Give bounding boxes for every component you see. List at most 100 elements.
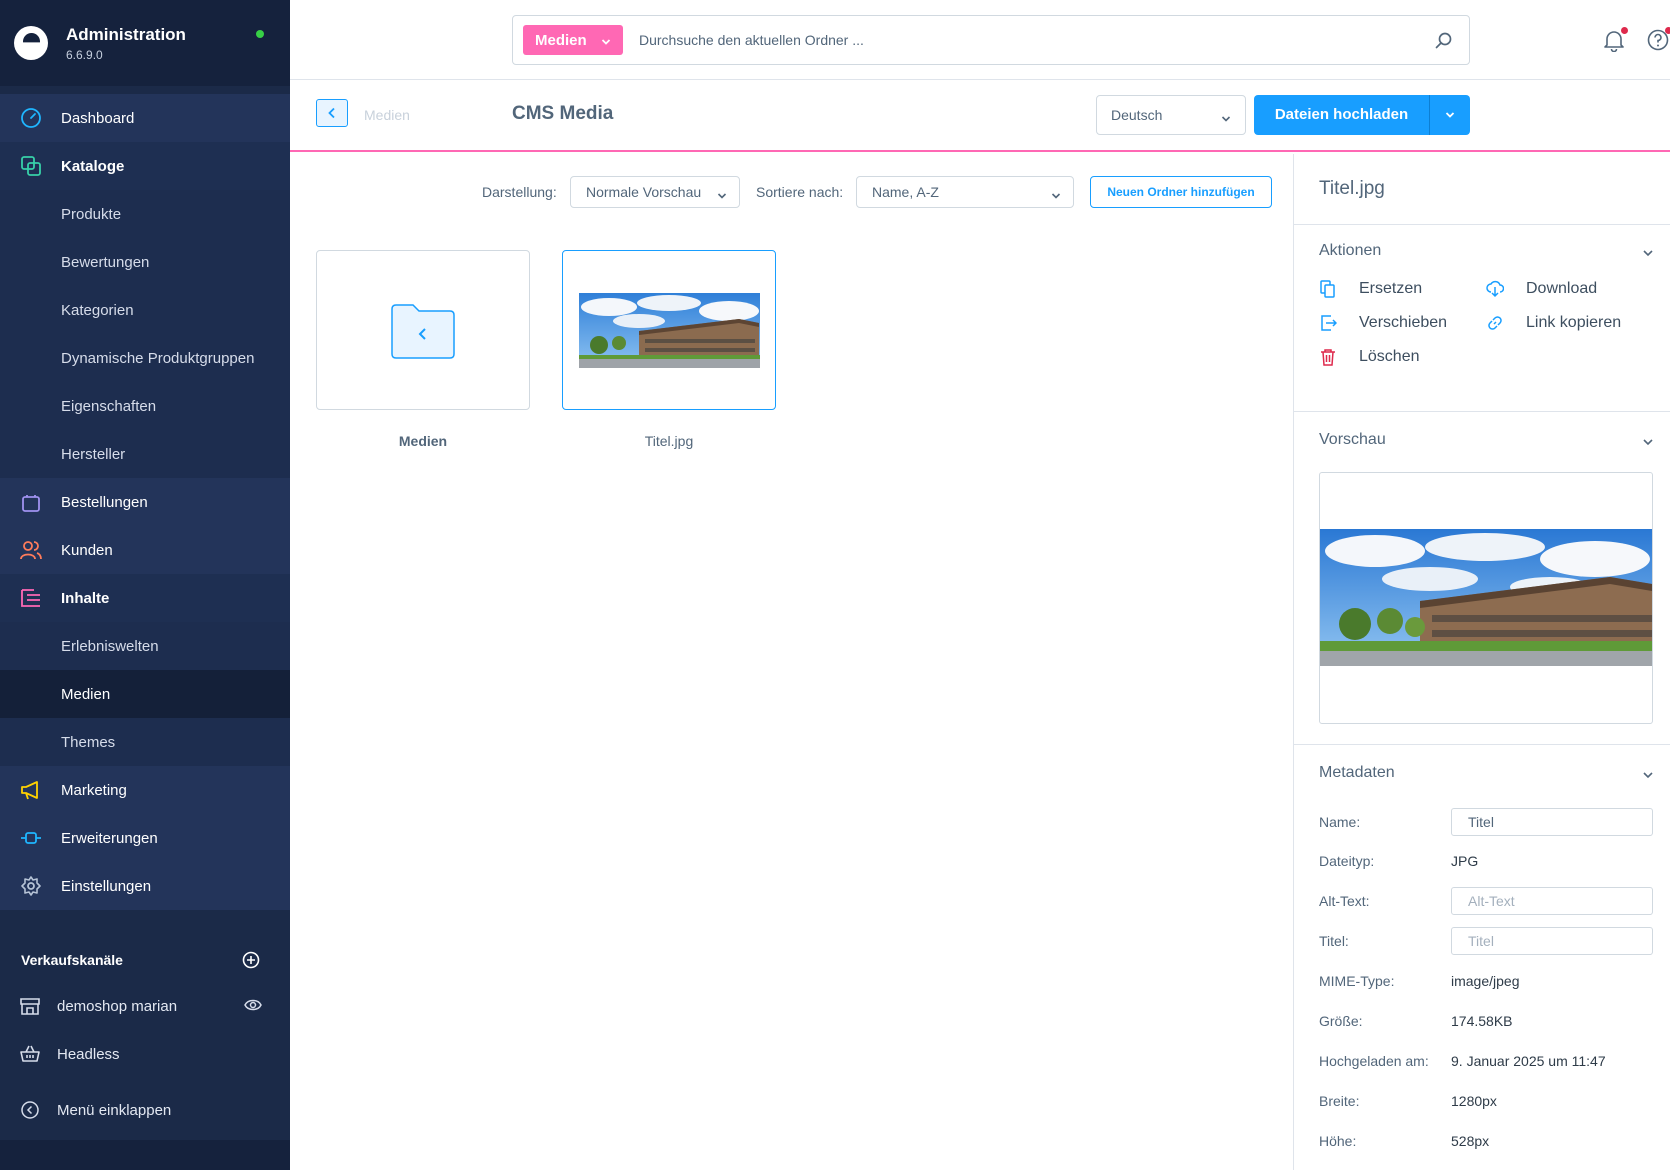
download-action[interactable]: Download xyxy=(1486,280,1597,298)
breadcrumb[interactable]: Medien xyxy=(364,107,410,123)
nav-dynamische-produktgruppen[interactable]: Dynamische Produktgruppen xyxy=(0,334,290,382)
nav-hersteller[interactable]: Hersteller xyxy=(0,430,290,478)
help-badge xyxy=(1665,27,1670,34)
nav-label: Hersteller xyxy=(61,445,126,463)
sort-label: Sortiere nach: xyxy=(756,184,844,200)
divider xyxy=(1294,411,1670,412)
gear-icon xyxy=(20,875,42,897)
upload-button-group: Dateien hochladen xyxy=(1254,95,1470,135)
meta-uploaded-value: 9. Januar 2025 um 11:47 xyxy=(1451,1053,1606,1069)
chevron-down-icon xyxy=(1445,112,1455,118)
chevron-down-icon[interactable] xyxy=(1642,246,1654,264)
main-nav: Dashboard Kataloge Produkte Bewertungen … xyxy=(0,94,290,910)
nav-label: Kunden xyxy=(61,541,113,559)
section-label: Verkaufskanäle xyxy=(21,952,123,968)
chevron-down-icon[interactable] xyxy=(1642,435,1654,453)
notification-badge xyxy=(1621,27,1628,34)
delete-action[interactable]: Löschen xyxy=(1319,348,1420,366)
sales-channels-section: Verkaufskanäle demoshop marian Headless xyxy=(0,938,290,1078)
actions-section-title[interactable]: Aktionen xyxy=(1319,242,1381,260)
divider xyxy=(1294,224,1670,225)
nav-dashboard[interactable]: Dashboard xyxy=(0,94,290,142)
name-input[interactable]: Titel xyxy=(1451,808,1653,836)
replace-action[interactable]: Ersetzen xyxy=(1319,280,1422,298)
meta-uploaded-label: Hochgeladen am: xyxy=(1319,1053,1429,1069)
nav-erlebniswelten[interactable]: Erlebniswelten xyxy=(0,622,290,670)
nav-kataloge[interactable]: Kataloge xyxy=(0,142,290,190)
meta-mime-label: MIME-Type: xyxy=(1319,973,1395,989)
preview-section-title[interactable]: Vorschau xyxy=(1319,431,1386,449)
replace-icon xyxy=(1319,280,1337,298)
search-type-select[interactable]: Medien xyxy=(523,25,623,55)
meta-filetype-label: Dateityp: xyxy=(1319,853,1375,869)
metadata-section-title[interactable]: Metadaten xyxy=(1319,764,1395,782)
selected-file-title: Titel.jpg xyxy=(1319,178,1385,199)
move-action[interactable]: Verschieben xyxy=(1319,314,1447,332)
add-folder-button[interactable]: Neuen Ordner hinzufügen xyxy=(1090,176,1272,208)
media-file-tile[interactable] xyxy=(562,250,776,410)
back-button[interactable] xyxy=(316,99,348,127)
sales-channel-demoshop[interactable]: demoshop marian xyxy=(0,982,290,1030)
search-input[interactable]: Durchsuche den aktuellen Ordner ... xyxy=(639,32,864,48)
nav-einstellungen[interactable]: Einstellungen xyxy=(0,862,290,910)
help-button[interactable] xyxy=(1646,27,1670,52)
title-input[interactable]: Titel xyxy=(1451,927,1653,955)
collapse-label: Menü einklappen xyxy=(57,1101,172,1119)
language-select[interactable]: Deutsch xyxy=(1096,95,1246,135)
display-label: Darstellung: xyxy=(482,184,557,200)
chevron-down-icon[interactable] xyxy=(1642,768,1654,786)
status-dot-icon xyxy=(256,30,264,38)
nav-medien[interactable]: Medien xyxy=(0,670,290,718)
sort-select[interactable]: Name, A-Z xyxy=(856,176,1074,208)
link-icon xyxy=(1486,314,1504,332)
display-mode-value: Normale Vorschau xyxy=(586,184,702,200)
add-sales-channel-icon[interactable] xyxy=(242,951,260,969)
users-icon xyxy=(20,539,42,561)
upload-files-button[interactable]: Dateien hochladen xyxy=(1254,95,1430,135)
divider xyxy=(1294,744,1670,745)
notifications-button[interactable] xyxy=(1602,27,1628,53)
copy-link-action[interactable]: Link kopieren xyxy=(1486,314,1621,332)
nav-produkte[interactable]: Produkte xyxy=(0,190,290,238)
meta-width-value: 1280px xyxy=(1451,1093,1497,1109)
nav-label: Bewertungen xyxy=(61,253,150,271)
chevron-down-icon xyxy=(601,34,611,51)
nav-bewertungen[interactable]: Bewertungen xyxy=(0,238,290,286)
meta-size-value: 174.58KB xyxy=(1451,1013,1513,1029)
nav-label: Marketing xyxy=(61,781,127,799)
media-sidebar: Titel.jpg Aktionen Ersetzen Download Ver… xyxy=(1293,154,1670,1170)
nav-eigenschaften[interactable]: Eigenschaften xyxy=(0,382,290,430)
sales-channel-headless[interactable]: Headless xyxy=(0,1030,290,1078)
upload-options-button[interactable] xyxy=(1430,110,1470,120)
nav-inhalte[interactable]: Inhalte xyxy=(0,574,290,622)
nav-marketing[interactable]: Marketing xyxy=(0,766,290,814)
nav-bestellungen[interactable]: Bestellungen xyxy=(0,478,290,526)
search-icon[interactable] xyxy=(1435,31,1453,54)
nav-label: Inhalte xyxy=(61,589,110,607)
alt-text-input[interactable]: Alt-Text xyxy=(1451,887,1653,915)
action-label: Verschieben xyxy=(1359,314,1448,331)
preview-image xyxy=(1320,529,1652,666)
display-mode-select[interactable]: Normale Vorschau xyxy=(570,176,740,208)
megaphone-icon xyxy=(20,779,42,801)
sort-value: Name, A-Z xyxy=(872,184,939,200)
sales-channel-label: demoshop marian xyxy=(57,997,178,1015)
nav-erweiterungen[interactable]: Erweiterungen xyxy=(0,814,290,862)
eye-icon[interactable] xyxy=(244,998,262,1016)
plug-icon xyxy=(20,827,42,849)
nav-kategorien[interactable]: Kategorien xyxy=(0,286,290,334)
meta-alt-label: Alt-Text: xyxy=(1319,893,1370,909)
catalog-icon xyxy=(20,155,42,177)
folder-tile[interactable] xyxy=(316,250,530,410)
page-title: CMS Media xyxy=(512,103,614,124)
gauge-icon xyxy=(20,107,42,129)
nav-kunden[interactable]: Kunden xyxy=(0,526,290,574)
nav-themes[interactable]: Themes xyxy=(0,718,290,766)
action-label: Löschen xyxy=(1359,348,1420,365)
nav-label: Bestellungen xyxy=(61,493,148,511)
chevron-left-icon xyxy=(328,107,335,119)
language-value: Deutsch xyxy=(1111,107,1163,123)
trash-icon xyxy=(1319,348,1337,366)
collapse-menu-button[interactable]: Menü einklappen xyxy=(0,1087,290,1133)
action-label: Link kopieren xyxy=(1526,314,1622,331)
